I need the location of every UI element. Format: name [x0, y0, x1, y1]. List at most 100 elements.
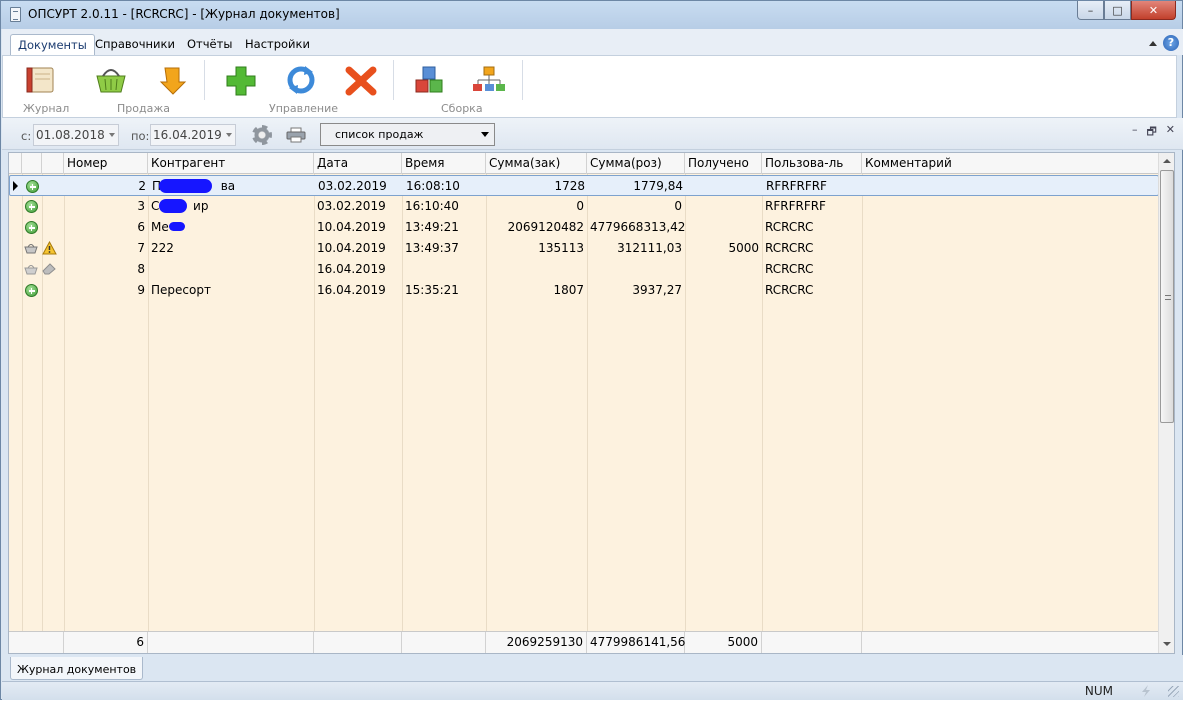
header-user[interactable]: Пользова-ль: [762, 153, 862, 174]
tab-reports[interactable]: Отчёты: [180, 34, 239, 55]
sale-return-button[interactable]: [153, 64, 189, 96]
cell-comment: [862, 238, 1152, 259]
assembly-blocks-button[interactable]: [411, 64, 447, 96]
date-to-value: 16.04.2019: [153, 128, 222, 142]
total-received: 5000: [685, 632, 762, 653]
cell-sum-retail: 1779,84: [633, 179, 683, 193]
cell-sum-purchase: 1807: [553, 283, 584, 297]
cell-date: 03.02.2019: [318, 179, 387, 193]
tab-references[interactable]: Справочники: [88, 34, 182, 55]
mdi-restore-button[interactable]: 🗗: [1146, 123, 1156, 142]
vertical-scrollbar[interactable]: [1158, 153, 1174, 653]
table-row[interactable]: 3 С ир 03.02.2019 16:10:40 0 0 RFRFRFRF: [9, 196, 1159, 217]
grid-totals-row: 6 2069259130 4779986141,56 5000: [9, 631, 1159, 653]
ribbon-separator: [393, 60, 394, 100]
minimize-button[interactable]: –: [1077, 1, 1104, 20]
maximize-button[interactable]: □: [1104, 1, 1131, 20]
cell-time: 13:49:37: [405, 241, 459, 255]
header-sum-purchase[interactable]: Сумма(зак): [486, 153, 587, 174]
cell-number: 2: [138, 179, 146, 193]
basket-icon: [96, 69, 126, 93]
cell-contractor: Пересорт: [151, 283, 211, 297]
ribbon: Журнал Продажа Управление Сборка: [2, 55, 1177, 118]
table-row[interactable]: 9 Пересорт 16.04.2019 15:35:21 1807 3937…: [9, 280, 1159, 301]
assembly-tree-button[interactable]: [471, 64, 507, 96]
chevron-down-icon: [481, 132, 489, 137]
refresh-button[interactable]: [283, 64, 319, 96]
cell-sum-retail: [587, 259, 685, 280]
header-sum-retail[interactable]: Сумма(роз): [587, 153, 685, 174]
cell-sum-purchase: 135113: [538, 241, 584, 255]
cell-number: 9: [137, 283, 145, 297]
date-to-caret-icon[interactable]: [226, 133, 232, 137]
mdi-close-button[interactable]: ✕: [1166, 123, 1175, 142]
header-icon-1: [22, 153, 42, 174]
footer-empty: [402, 632, 486, 653]
cell-sum-purchase: 1728: [554, 179, 585, 193]
footer-empty: [762, 632, 862, 653]
header-contractor[interactable]: Контрагент: [148, 153, 314, 174]
title-bar: ОПСУРТ 2.0.11 - [RCRCRC] - [Журнал докум…: [1, 1, 1182, 29]
cell-date: 10.04.2019: [317, 241, 386, 255]
total-sum-retail: 4779986141,56: [587, 632, 685, 653]
header-time[interactable]: Время: [402, 153, 486, 174]
table-row[interactable]: 7 222 10.04.2019 13:49:37 135113 312111,…: [9, 238, 1159, 259]
cell-user: RFRFRFRF: [765, 199, 826, 213]
header-received[interactable]: Получено: [685, 153, 762, 174]
cell-comment: [862, 280, 1152, 301]
status-bar: NUM: [2, 681, 1183, 700]
grip-icon: [1165, 295, 1171, 300]
documents-grid[interactable]: Номер Контрагент Дата Время Сумма(зак) С…: [8, 152, 1175, 654]
redaction-mark: [159, 199, 187, 213]
eraser-icon: [42, 263, 56, 275]
collapse-ribbon-icon[interactable]: [1149, 40, 1157, 46]
help-icon[interactable]: ?: [1163, 35, 1179, 51]
app-icon: [10, 7, 21, 22]
cell-comment: [863, 176, 1153, 197]
tab-settings[interactable]: Настройки: [238, 34, 317, 55]
close-button[interactable]: ✕: [1131, 1, 1176, 20]
document-type-select[interactable]: список продаж: [320, 123, 495, 146]
add-button[interactable]: [223, 64, 259, 96]
cell-received: 5000: [728, 241, 759, 255]
gear-icon[interactable]: [252, 125, 272, 145]
mdi-minimize-button[interactable]: –: [1132, 123, 1138, 142]
date-from-input[interactable]: 01.08.2018: [33, 124, 119, 146]
table-row[interactable]: 6 Ме 10.04.2019 13:49:21 2069120482 4779…: [9, 217, 1159, 238]
background-strip: [0, 700, 1183, 707]
header-comment[interactable]: Комментарий: [862, 153, 1159, 174]
cell-contractor: [148, 259, 314, 280]
table-row[interactable]: 2 П ва 03.02.2019 16:08:10 1728 1779,84 …: [9, 175, 1159, 196]
cell-number: 7: [137, 241, 145, 255]
cell-date: 10.04.2019: [317, 220, 386, 234]
scrollbar-thumb[interactable]: [1160, 170, 1174, 423]
delete-button[interactable]: [343, 64, 379, 96]
cell-time: [402, 259, 486, 280]
ribbon-separator: [522, 60, 523, 100]
basket-gray-icon: [24, 265, 38, 275]
scroll-down-icon[interactable]: [1163, 642, 1171, 646]
date-to-input[interactable]: 16.04.2019: [150, 124, 236, 146]
scroll-up-icon[interactable]: [1163, 159, 1171, 163]
journal-button[interactable]: [23, 64, 59, 96]
header-date[interactable]: Дата: [314, 153, 402, 174]
date-from-caret-icon[interactable]: [109, 133, 115, 137]
tab-document-journal[interactable]: Журнал документов: [10, 657, 144, 680]
cell-date: 03.02.2019: [317, 199, 386, 213]
sale-basket-button[interactable]: [93, 64, 129, 96]
contractor-start: Ме: [151, 220, 169, 234]
cell-sum-retail: 4779668313,42: [590, 220, 685, 234]
current-row-indicator-icon: [13, 181, 18, 191]
date-from-value: 01.08.2018: [36, 128, 105, 142]
cell-sum-retail: 0: [674, 199, 682, 213]
resize-grip-icon[interactable]: [1168, 686, 1179, 697]
header-indicator: [9, 153, 22, 174]
tab-documents[interactable]: Документы: [10, 34, 95, 55]
printer-icon[interactable]: [286, 127, 306, 143]
header-number[interactable]: Номер: [64, 153, 148, 174]
cell-received: [686, 176, 763, 197]
table-row[interactable]: 8 16.04.2019 RCRCRC: [9, 259, 1159, 280]
cell-time: 15:35:21: [405, 283, 459, 297]
total-sum-purchase: 2069259130: [486, 632, 587, 653]
book-icon: [26, 67, 54, 93]
